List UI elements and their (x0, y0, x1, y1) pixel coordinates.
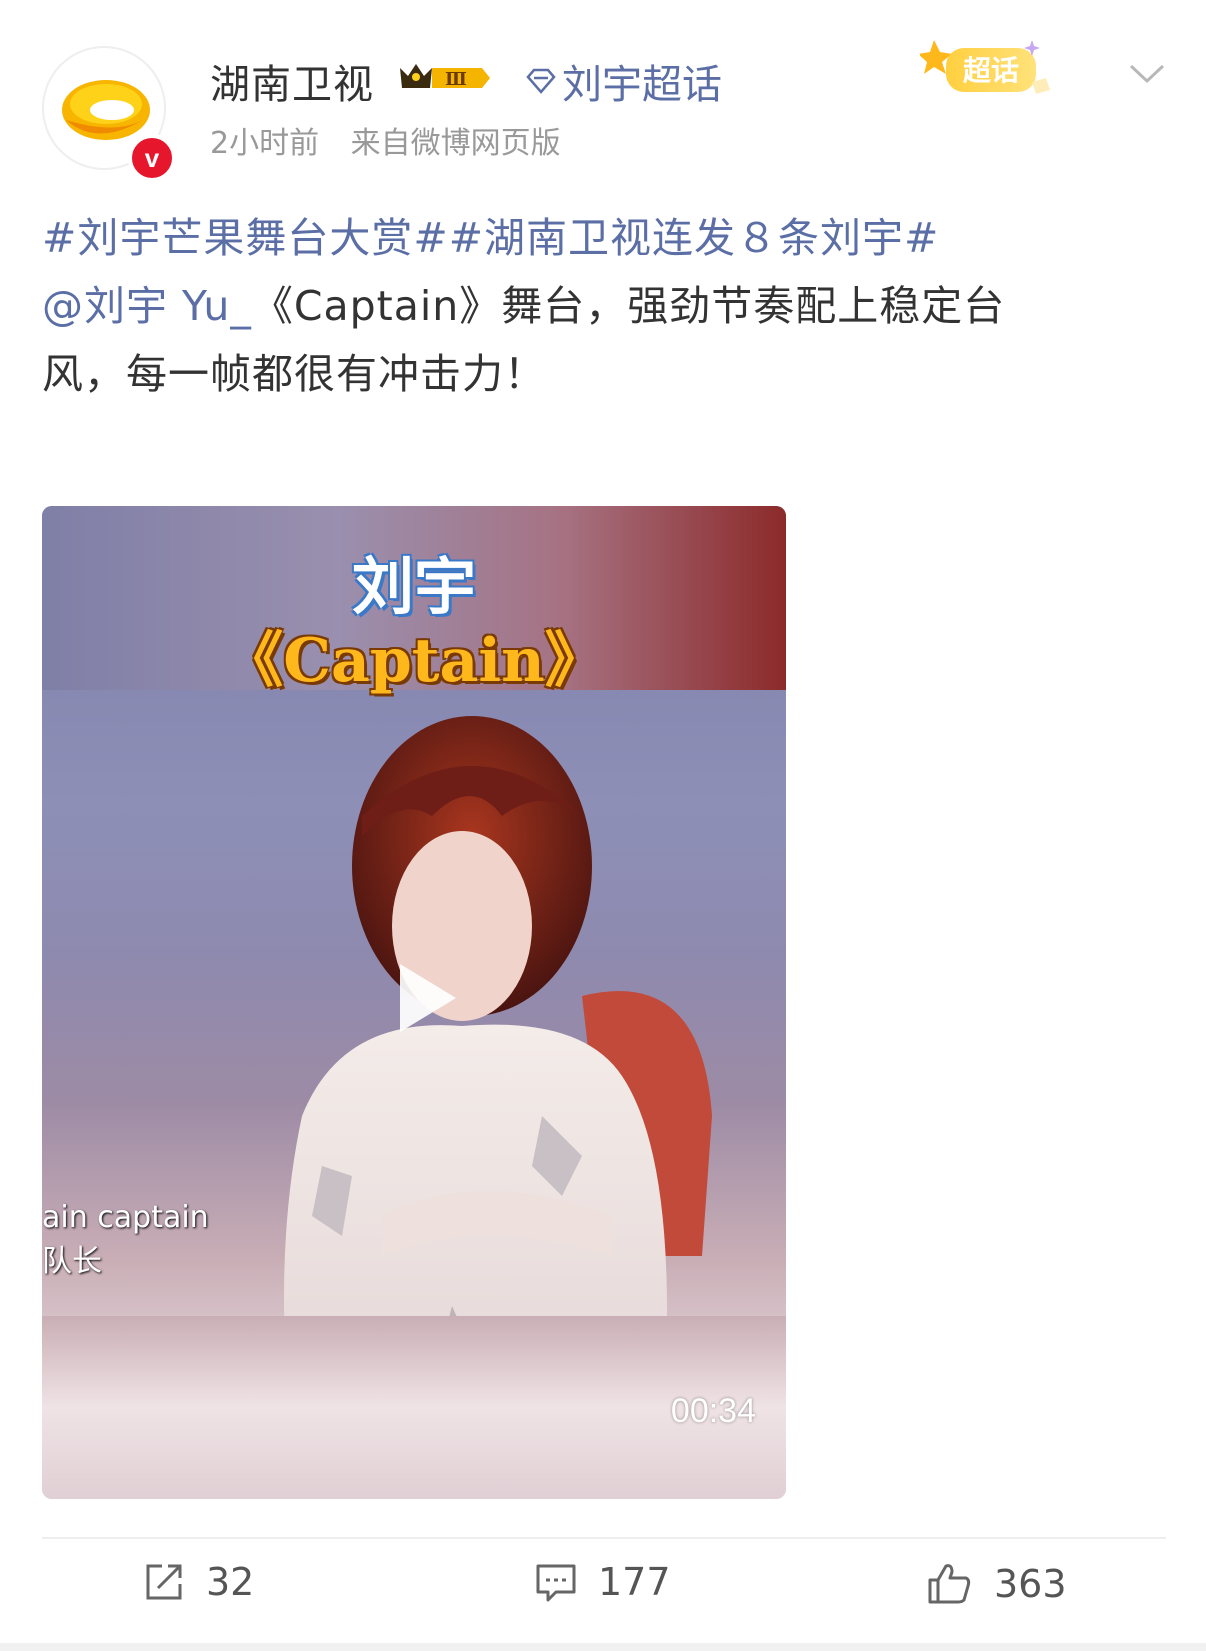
vip-crown-icon[interactable]: Ⅲ (398, 58, 494, 98)
divider (42, 1537, 1166, 1539)
supertopic-label: 刘宇超话 (562, 62, 722, 108)
user-mention[interactable]: @刘宇 Yu_ (42, 282, 252, 330)
video-duration: 00:34 (670, 1392, 756, 1430)
repost-button[interactable]: 32 (142, 1560, 254, 1604)
repost-icon (146, 1564, 182, 1600)
diamond-icon (526, 68, 556, 94)
video-caption-zh: 队长 (42, 1244, 102, 1279)
comment-icon (536, 1564, 576, 1602)
post-header: v 湖南卫视 Ⅲ 刘宇超话 2小时前 来自微博网页版 超话 (0, 0, 1206, 190)
chaohua-label: 超话 (963, 54, 1019, 87)
post-time[interactable]: 2小时前 (210, 126, 319, 161)
post-text-body: 《Captain》舞台，强劲节奏配上稳定台 (251, 282, 1006, 330)
like-button[interactable]: 363 (926, 1560, 1067, 1608)
verified-v-icon: v (128, 134, 176, 182)
comment-count: 177 (598, 1560, 671, 1604)
thumbs-up-icon (928, 1564, 971, 1604)
post-text: #刘宇芒果舞台大赏##湖南卫视连发８条刘宇# @刘宇 Yu_《Captain》舞… (42, 204, 1152, 408)
repost-count: 32 (206, 1560, 255, 1604)
post-text-line-3: 风，每一帧都很有冲击力！ (42, 350, 546, 398)
post-text-line-1: #刘宇芒果舞台大赏##湖南卫视连发８条刘宇# (42, 204, 1152, 272)
video-subtitle: 《Captain》 (223, 626, 605, 696)
comment-button[interactable]: 177 (534, 1560, 671, 1604)
chaohua-badge-icon[interactable]: 超话 (920, 34, 1060, 106)
post-source: 来自微博网页版 (350, 126, 561, 161)
bottom-divider (0, 1643, 1206, 1651)
action-bar: 32 177 363 (0, 1560, 1206, 1630)
post-meta: 2小时前 来自微博网页版 (210, 118, 583, 162)
hashtags[interactable]: #刘宇芒果舞台大赏##湖南卫视连发８条刘宇# (42, 214, 939, 262)
like-count: 363 (994, 1562, 1067, 1606)
video-player[interactable]: 刘宇 《Captain》 ain captain 队长 00:34 (42, 506, 786, 1499)
supertopic-link[interactable]: 刘宇超话 (524, 52, 722, 110)
chevron-down-icon[interactable] (1128, 62, 1166, 86)
author-name[interactable]: 湖南卫视 (210, 52, 374, 110)
post-text-line-2: @刘宇 Yu_《Captain》舞台，强劲节奏配上稳定台 (42, 272, 1152, 340)
video-caption-en: ain captain (42, 1200, 209, 1235)
play-icon[interactable] (384, 958, 464, 1038)
author-avatar[interactable]: v (42, 46, 176, 182)
level-badge-text: Ⅲ (445, 69, 467, 90)
